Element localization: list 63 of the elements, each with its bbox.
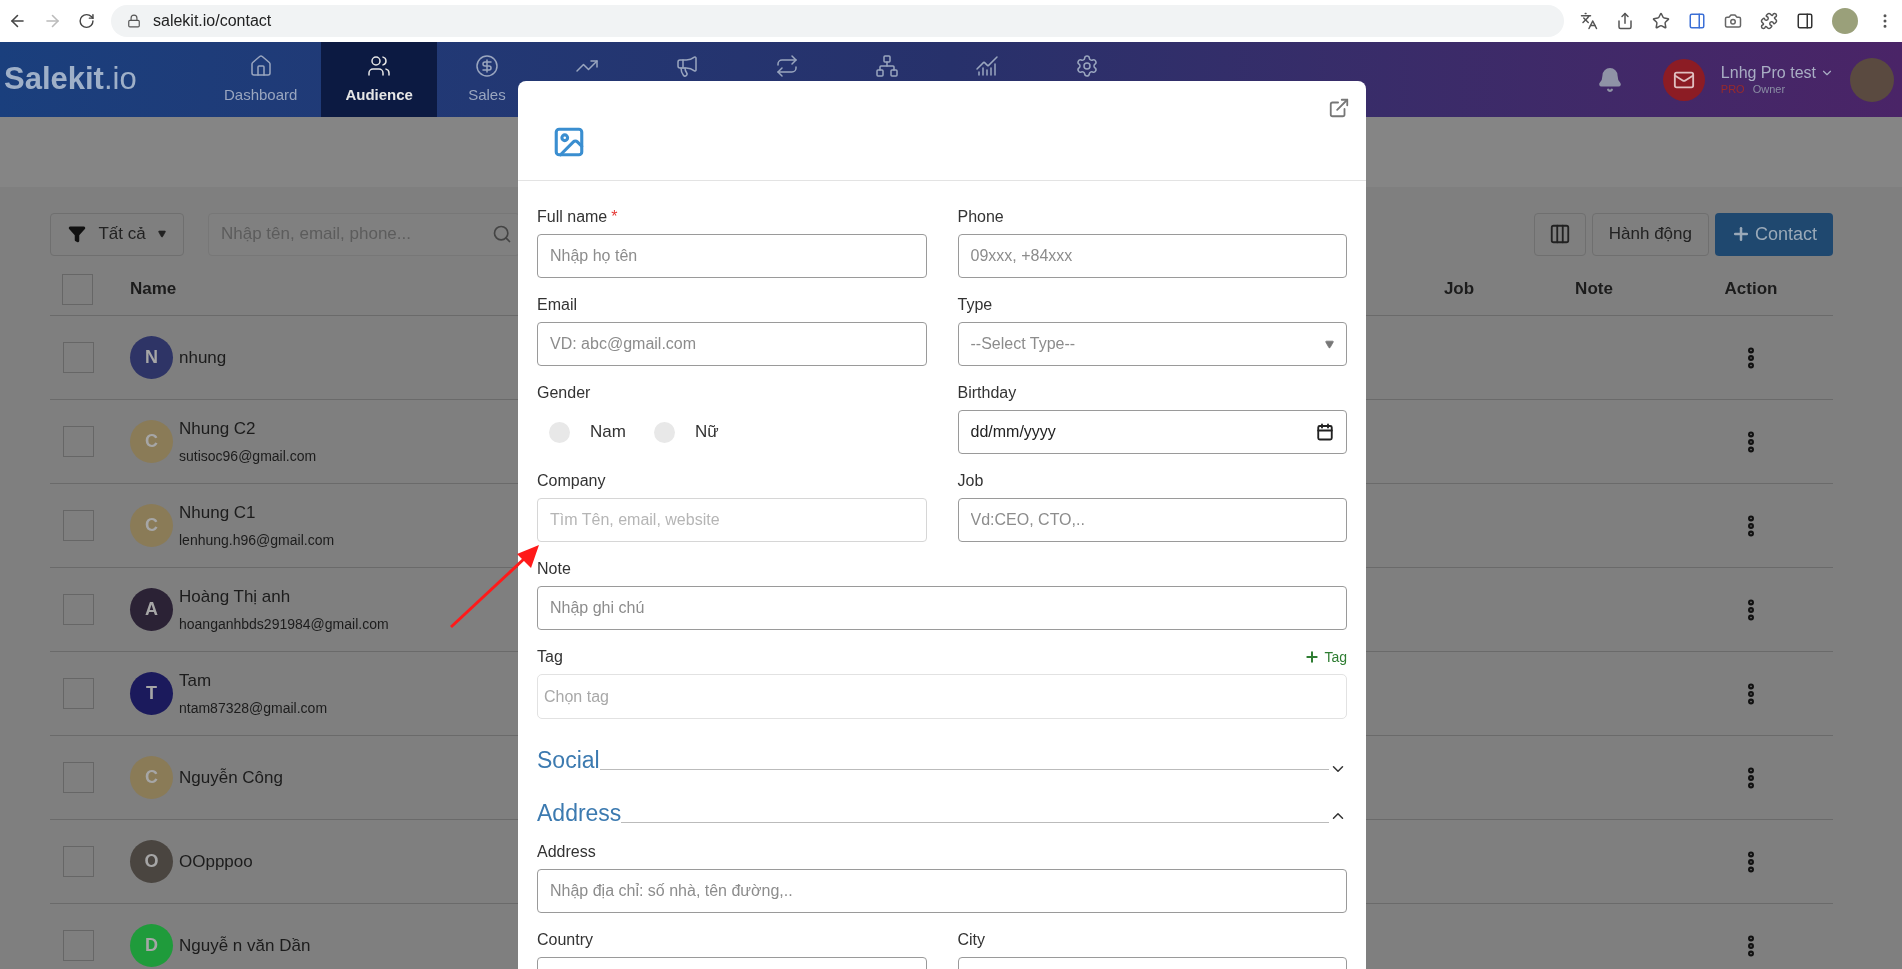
- contact-name[interactable]: Tam: [179, 668, 328, 694]
- contact-email: hoanganhbds291984@gmail.com: [179, 614, 389, 634]
- add-tag-link[interactable]: Tag: [1304, 646, 1347, 668]
- input-field[interactable]: VD: abc@gmail.com: [537, 322, 927, 366]
- field-label: Company: [537, 471, 606, 491]
- contact-name[interactable]: Nhung C2: [179, 416, 317, 442]
- field-label: Email: [537, 295, 577, 315]
- field-label: Type: [957, 295, 993, 315]
- filter-dropdown[interactable]: Tất cả: [50, 212, 184, 256]
- field-label: Gender: [537, 383, 591, 403]
- section-header[interactable]: Address: [537, 789, 1347, 825]
- contact-name[interactable]: Nhung C1: [179, 500, 335, 526]
- field-label: City: [957, 930, 986, 950]
- contact-email: sutisoc96@gmail.com: [179, 446, 317, 466]
- avatar: C: [130, 756, 173, 799]
- radio-label: Nữ: [694, 421, 719, 444]
- field-label: Job: [957, 471, 984, 491]
- column-header: Action: [1723, 278, 1779, 301]
- radio-label: Nam: [590, 421, 626, 444]
- contact-name[interactable]: Nguyễn Công: [179, 764, 283, 791]
- date-field[interactable]: dd/mm/yyyy: [957, 410, 1347, 454]
- action-button[interactable]: Hành động: [1591, 212, 1709, 256]
- nav-item[interactable]: Dashboard: [200, 42, 322, 117]
- contact-email: lenhung.h96@gmail.com: [179, 530, 335, 550]
- contact-name[interactable]: Hoàng Thị anh: [179, 584, 389, 610]
- field-label: Country: [537, 930, 594, 950]
- field-label: Tag: [537, 647, 563, 667]
- contact-name[interactable]: Nguyễ n văn Dần: [179, 932, 311, 959]
- field-label: Full name *: [537, 207, 618, 227]
- column-header: Job: [1442, 278, 1476, 301]
- contact-name[interactable]: nhung: [179, 344, 227, 371]
- nav-item[interactable]: Audience: [321, 42, 437, 117]
- contact-name[interactable]: OOpppoo: [179, 848, 253, 875]
- input-field[interactable]: Nhập ghi chú: [537, 586, 1347, 630]
- avatar: C: [130, 504, 173, 547]
- field-label: Phone: [957, 207, 1004, 227]
- input-field[interactable]: Nhập họ tên: [537, 234, 927, 278]
- column-header: Name: [130, 278, 178, 301]
- field-label: Birthday: [957, 383, 1017, 403]
- avatar: N: [130, 336, 173, 379]
- address-bar[interactable]: salekit.io/contact: [111, 5, 1564, 37]
- type-dropdown[interactable]: --Select Type--: [957, 322, 1347, 366]
- avatar: D: [130, 924, 173, 967]
- plan-label: PRO: [1720, 82, 1745, 97]
- input-field[interactable]: Tìm Tên, email, website: [537, 498, 927, 542]
- input-field[interactable]: Nhập địa chỉ: số nhà, tên đường,..: [537, 869, 1347, 913]
- avatar: C: [130, 420, 173, 463]
- column-header: Note: [1574, 278, 1614, 301]
- avatar: A: [130, 588, 173, 631]
- contact-email: ntam87328@gmail.com: [179, 698, 328, 718]
- section-header[interactable]: Social: [537, 736, 1347, 772]
- field-label: Address: [537, 842, 596, 862]
- field-label: Note: [537, 559, 571, 579]
- avatar: O: [130, 840, 173, 883]
- user-name[interactable]: Lnhg Pro test: [1720, 62, 1816, 83]
- role-label: Owner: [1752, 82, 1786, 97]
- logo[interactable]: Salekit.io: [0, 56, 200, 103]
- nav-item[interactable]: Sales: [436, 42, 537, 117]
- input-field[interactable]: Vd:CEO, CTO,..: [957, 498, 1347, 542]
- add-contact-button[interactable]: Contact: [1714, 212, 1833, 256]
- tag-field[interactable]: Chọn tag: [537, 674, 1347, 719]
- avatar: T: [130, 672, 173, 715]
- input-field[interactable]: 09xxx, +84xxx: [957, 234, 1347, 278]
